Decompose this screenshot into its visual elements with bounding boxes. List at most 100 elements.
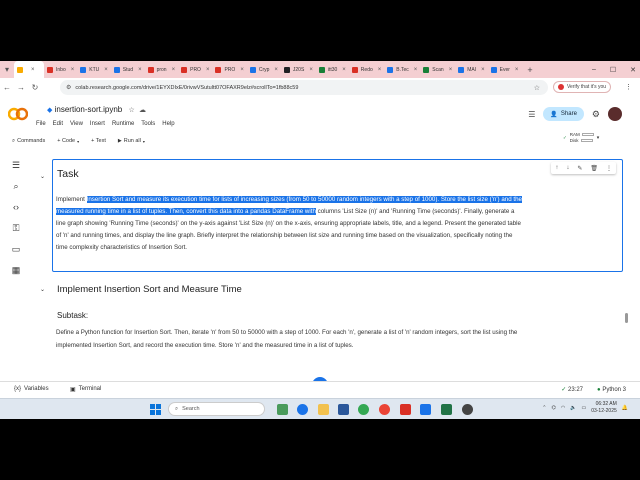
settings-gear-icon[interactable]: ⚙ bbox=[592, 109, 600, 120]
url-text[interactable]: colab.research.google.com/drive/1EYXDIxE… bbox=[75, 85, 298, 91]
chrome-icon[interactable] bbox=[358, 404, 369, 415]
browser-tab[interactable]: Ever × bbox=[488, 61, 522, 78]
commands-button[interactable]: ⌕ Commands bbox=[12, 138, 45, 145]
tab-close-icon[interactable]: × bbox=[240, 67, 244, 73]
menu-item-file[interactable]: File bbox=[36, 121, 46, 127]
colab-logo-icon[interactable] bbox=[8, 107, 28, 121]
widgets-icon[interactable] bbox=[277, 404, 288, 415]
filename-text[interactable]: insertion-sort.ipynb bbox=[55, 105, 123, 114]
file-explorer-icon[interactable] bbox=[318, 404, 329, 415]
more-options-icon[interactable]: ⋮ bbox=[606, 165, 612, 172]
tab-close-icon[interactable]: × bbox=[414, 67, 418, 73]
chrome-profile-icon[interactable] bbox=[379, 404, 390, 415]
tab-close-icon[interactable]: × bbox=[31, 67, 35, 73]
wifi-icon[interactable]: ◠ bbox=[561, 405, 565, 411]
reload-icon[interactable]: ↻ bbox=[28, 83, 42, 92]
forward-icon[interactable]: → bbox=[14, 83, 28, 92]
network-icon[interactable]: ⌬ bbox=[551, 405, 555, 411]
menu-item-tools[interactable]: Tools bbox=[141, 121, 155, 127]
avatar[interactable] bbox=[608, 107, 622, 121]
menu-item-edit[interactable]: Edit bbox=[53, 121, 63, 127]
excel-icon[interactable] bbox=[441, 404, 452, 415]
volume-icon[interactable]: 🔈 bbox=[570, 405, 576, 411]
tab-search-icon[interactable]: ▾ bbox=[0, 65, 14, 74]
browser-tab[interactable]: itt30 × bbox=[316, 61, 349, 78]
verify-identity-button[interactable]: Verify that it's you bbox=[553, 81, 612, 93]
menu-item-insert[interactable]: Insert bbox=[90, 121, 105, 127]
text-cell-task[interactable]: ↑ ↓ ✎ 🗑 ⋮ Task Implement Insertion Sort … bbox=[52, 159, 623, 272]
minimize-icon[interactable]: – bbox=[592, 66, 596, 73]
edit-icon[interactable]: ✎ bbox=[577, 165, 582, 172]
browser-tab[interactable]: Inbo × bbox=[44, 61, 77, 78]
browser-tab[interactable]: PRO × bbox=[178, 61, 212, 78]
resource-indicator[interactable]: ✓ RAM Disk ▾ bbox=[563, 132, 599, 143]
menu-item-help[interactable]: Help bbox=[162, 121, 174, 127]
tab-close-icon[interactable]: × bbox=[138, 67, 142, 73]
browser-tab[interactable]: MAI × bbox=[455, 61, 487, 78]
data-table-icon[interactable]: ▦ bbox=[11, 265, 21, 275]
browser-tab[interactable]: Cryp × bbox=[247, 61, 281, 78]
new-tab-button[interactable]: + bbox=[527, 65, 532, 75]
menu-item-view[interactable]: View bbox=[70, 121, 83, 127]
browser-tab[interactable]: PRO × bbox=[212, 61, 246, 78]
terminal-button[interactable]: ▣ Terminal bbox=[70, 386, 101, 393]
tab-close-icon[interactable]: × bbox=[378, 67, 382, 73]
tab-close-icon[interactable]: × bbox=[309, 67, 313, 73]
browser-tab[interactable]: Redo × bbox=[349, 61, 384, 78]
folder-icon[interactable]: ▭ bbox=[11, 244, 21, 254]
windows-start-icon[interactable] bbox=[150, 404, 161, 415]
tab-close-icon[interactable]: × bbox=[172, 67, 176, 73]
notification-icon[interactable]: 🔔 bbox=[622, 405, 628, 411]
chevron-up-icon[interactable]: ⌃ bbox=[542, 405, 546, 411]
browser-tab[interactable]: pron × bbox=[145, 61, 179, 78]
menu-item-runtime[interactable]: Runtime bbox=[112, 121, 134, 127]
tab-close-icon[interactable]: × bbox=[206, 67, 210, 73]
pdf-icon[interactable] bbox=[400, 404, 411, 415]
collapse-section-icon[interactable]: ⌄ bbox=[40, 173, 45, 180]
runtime-indicator[interactable]: ● Python 3 bbox=[597, 387, 626, 393]
move-down-icon[interactable]: ↓ bbox=[566, 165, 569, 171]
clock[interactable]: 06:32 AM 03-12-2025 bbox=[591, 401, 617, 415]
address-bar[interactable]: ⚙ colab.research.google.com/drive/1EYXDI… bbox=[60, 80, 548, 95]
tab-close-icon[interactable]: × bbox=[515, 67, 519, 73]
variables-button[interactable]: {x} Variables bbox=[14, 386, 49, 392]
word-icon[interactable] bbox=[338, 404, 349, 415]
tab-close-icon[interactable]: × bbox=[481, 67, 485, 73]
tab-close-icon[interactable]: × bbox=[342, 67, 346, 73]
scrollbar-thumb[interactable] bbox=[625, 313, 628, 323]
bookmark-star-icon[interactable]: ☆ bbox=[534, 84, 540, 92]
maximize-icon[interactable]: ☐ bbox=[610, 66, 616, 74]
delete-icon[interactable]: 🗑 bbox=[590, 165, 598, 172]
back-icon[interactable]: ← bbox=[0, 83, 14, 92]
browser-tab[interactable]: Scan × bbox=[420, 61, 455, 78]
battery-icon[interactable]: ▭ bbox=[581, 405, 586, 411]
terminal-app-icon[interactable] bbox=[420, 404, 431, 415]
browser-menu-icon[interactable]: ⋮ bbox=[625, 83, 632, 91]
secrets-key-icon[interactable]: ⚿ bbox=[11, 223, 21, 233]
browser-tab[interactable]: KTU × bbox=[77, 61, 111, 78]
tab-close-icon[interactable]: × bbox=[274, 67, 278, 73]
find-replace-icon[interactable]: ⌕ bbox=[11, 181, 21, 191]
collapse-section-icon[interactable]: ⌄ bbox=[40, 286, 45, 293]
browser-tab[interactable]: × bbox=[14, 61, 44, 78]
add-text-button[interactable]: + Text bbox=[91, 138, 106, 144]
table-of-contents-icon[interactable]: ☰ bbox=[11, 160, 21, 170]
site-info-icon[interactable]: ⚙ bbox=[66, 84, 71, 91]
add-code-button[interactable]: + Code ▾ bbox=[57, 138, 79, 144]
browser-tab[interactable]: B.Tec × bbox=[384, 61, 420, 78]
star-icon[interactable]: ☆ bbox=[128, 107, 134, 114]
github-icon[interactable] bbox=[462, 404, 473, 415]
code-snippets-icon[interactable]: ‹› bbox=[11, 202, 21, 212]
chevron-down-icon[interactable]: ▾ bbox=[597, 135, 600, 141]
browser-tab[interactable]: J20S × bbox=[281, 61, 316, 78]
run-all-button[interactable]: ▶ Run all ▾ bbox=[118, 138, 145, 144]
comment-icon[interactable]: ☰ bbox=[528, 110, 535, 119]
share-button[interactable]: 👤 Share bbox=[543, 107, 584, 121]
taskbar-search[interactable]: ⌕ Search bbox=[168, 402, 265, 416]
edge-icon[interactable] bbox=[297, 404, 308, 415]
close-window-icon[interactable]: ✕ bbox=[630, 66, 636, 74]
tab-close-icon[interactable]: × bbox=[71, 67, 75, 73]
tab-close-icon[interactable]: × bbox=[104, 67, 108, 73]
notebook-title[interactable]: ◆ insertion-sort.ipynb ☆ ☁ bbox=[47, 105, 146, 114]
browser-tab[interactable]: Stud × bbox=[111, 61, 145, 78]
